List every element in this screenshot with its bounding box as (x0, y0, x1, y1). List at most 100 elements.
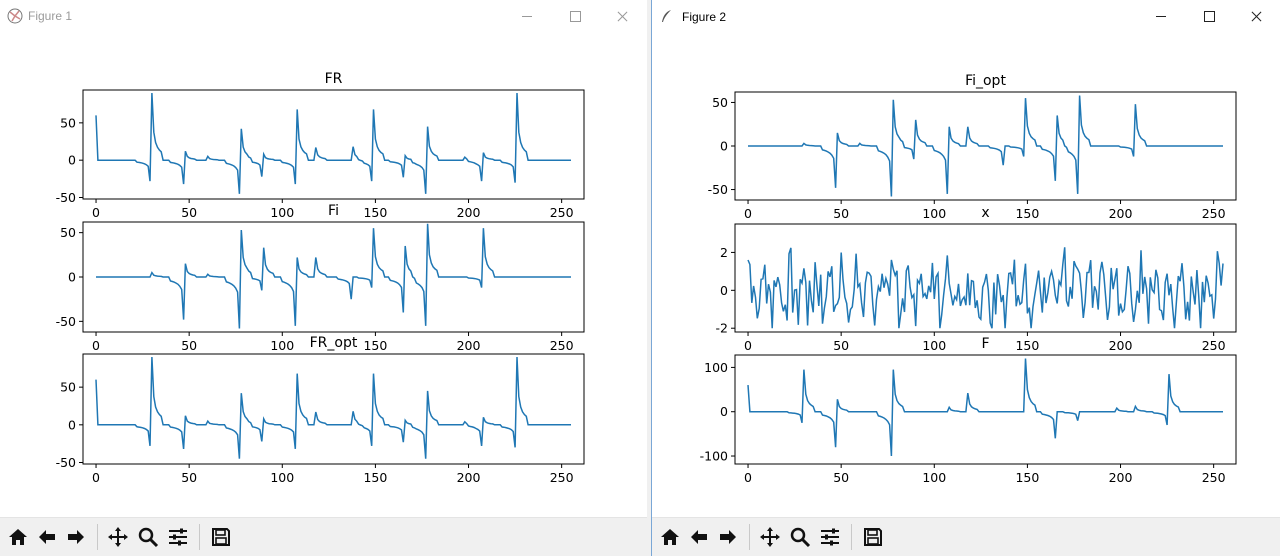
configure-subplots-button[interactable] (816, 523, 844, 551)
x-tick-label: 250 (1202, 206, 1226, 221)
home-icon (9, 529, 27, 545)
y-tick-label: 0 (720, 404, 728, 419)
x-tick-label: 0 (92, 205, 100, 220)
y-tick-label: -50 (56, 190, 76, 205)
x-tick-label: 0 (92, 470, 100, 485)
subplot-title: Fi_opt (965, 73, 1006, 89)
x-tick-label: 0 (92, 338, 100, 353)
y-tick-label: 0 (68, 270, 76, 285)
x-tick-label: 150 (1015, 470, 1039, 485)
x-tick-label: 100 (922, 206, 946, 221)
x-tick-label: 200 (1109, 206, 1133, 221)
y-tick-label: 2 (720, 245, 728, 260)
home-button[interactable] (656, 523, 684, 551)
x-tick-label: 150 (363, 205, 387, 220)
save-icon (864, 528, 882, 546)
figure-1-canvas[interactable]: FR 0 50 100 150 200 250 -50 0 50 Fi 0 50 100 150 200 250… (0, 32, 647, 518)
x-tick-label: 150 (1015, 206, 1039, 221)
x-tick-label: 150 (363, 338, 387, 353)
y-tick-label: -50 (56, 314, 76, 329)
x-tick-label: 50 (833, 470, 849, 485)
maximize-button[interactable] (551, 0, 599, 32)
x-tick-label: 200 (457, 470, 481, 485)
forward-arrow-icon (68, 530, 84, 544)
x-tick-label: 200 (1109, 338, 1133, 353)
zoom-icon (138, 527, 159, 548)
window-title: Figure 1 (28, 9, 73, 23)
pan-button[interactable] (104, 523, 132, 551)
x-tick-label: 100 (270, 338, 294, 353)
x-tick-label: 0 (744, 338, 752, 353)
save-button[interactable] (859, 523, 887, 551)
x-tick-label: 250 (1202, 470, 1226, 485)
subplot-1: x 0 50 100 150 200 250 -2 0 2 (716, 205, 1237, 353)
pan-button[interactable] (756, 523, 784, 551)
navigation-toolbar (652, 517, 1280, 556)
y-tick-label: -2 (716, 321, 728, 336)
save-button[interactable] (207, 523, 235, 551)
back-arrow-icon (691, 530, 707, 544)
x-tick-label: 200 (457, 205, 481, 220)
x-tick-label: 100 (270, 205, 294, 220)
subplot-title: F (981, 336, 989, 352)
axes-frame (734, 354, 1237, 465)
configure-subplots-button[interactable] (164, 523, 192, 551)
figure-1-titlebar: Figure 1 (0, 0, 647, 32)
x-tick-label: 250 (550, 338, 574, 353)
y-tick-label: -50 (56, 455, 76, 470)
x-tick-label: 150 (363, 470, 387, 485)
figure-2-titlebar: Figure 2 (652, 0, 1280, 32)
x-tick-label: 50 (833, 338, 849, 353)
minimize-button[interactable] (503, 0, 551, 32)
figure-2-window: Figure 2 Fi_opt 0 50 100 150 200 250 -50 0 50 x 0 50… (651, 0, 1280, 556)
x-tick-label: 0 (744, 206, 752, 221)
x-tick-label: 200 (1109, 470, 1133, 485)
navigation-toolbar (0, 517, 647, 556)
x-tick-label: 250 (1202, 338, 1226, 353)
subplot-0: FR 0 50 100 150 200 250 -50 0 50 (56, 71, 585, 220)
axes-frame (82, 353, 585, 465)
x-tick-label: 150 (1015, 338, 1039, 353)
subplot-1: Fi 0 50 100 150 200 250 -50 0 50 (56, 203, 585, 353)
subplot-title: Fi (328, 203, 339, 219)
minimize-button[interactable] (1137, 0, 1185, 32)
forward-arrow-icon (720, 530, 736, 544)
forward-arrow-button[interactable] (62, 523, 90, 551)
forward-arrow-button[interactable] (714, 523, 742, 551)
x-tick-label: 50 (181, 205, 197, 220)
figure-2-canvas[interactable]: Fi_opt0 50 100 150 200 250-50050x0 50 100 150 200… (652, 32, 1280, 518)
y-tick-label: 0 (720, 139, 728, 154)
y-tick-label: 0 (720, 283, 728, 298)
x-tick-label: 100 (922, 338, 946, 353)
subplot-title: FR_opt (310, 335, 358, 351)
y-tick-label: 50 (60, 225, 76, 240)
x-tick-label: 100 (922, 470, 946, 485)
y-tick-label: 50 (60, 380, 76, 395)
back-arrow-button[interactable] (33, 523, 61, 551)
x-tick-label: 0 (744, 470, 752, 485)
feather-icon (662, 10, 671, 22)
y-tick-label: 0 (68, 153, 76, 168)
toolbar-separator (199, 524, 200, 550)
back-arrow-icon (39, 530, 55, 544)
pan-icon (108, 527, 128, 547)
configure-subplots-icon (169, 528, 187, 546)
x-tick-label: 50 (833, 206, 849, 221)
matplotlib-logo-icon (7, 8, 23, 24)
zoom-button[interactable] (134, 523, 162, 551)
save-icon (212, 528, 230, 546)
pan-icon (760, 527, 780, 547)
subplot-0: Fi_opt 0 50 100 150 200 250 -50 0 50 (708, 73, 1237, 221)
zoom-icon (790, 527, 811, 548)
subplot-2: F 0 50 100 150 200 250 -100 0 100 (700, 336, 1237, 485)
close-button[interactable] (599, 0, 647, 32)
y-tick-label: 50 (712, 95, 728, 110)
maximize-button[interactable] (1185, 0, 1233, 32)
x-tick-label: 100 (270, 470, 294, 485)
home-button[interactable] (4, 523, 32, 551)
back-arrow-button[interactable] (685, 523, 713, 551)
zoom-button[interactable] (786, 523, 814, 551)
close-button[interactable] (1233, 0, 1280, 32)
x-tick-label: 50 (181, 338, 197, 353)
configure-subplots-icon (821, 528, 839, 546)
